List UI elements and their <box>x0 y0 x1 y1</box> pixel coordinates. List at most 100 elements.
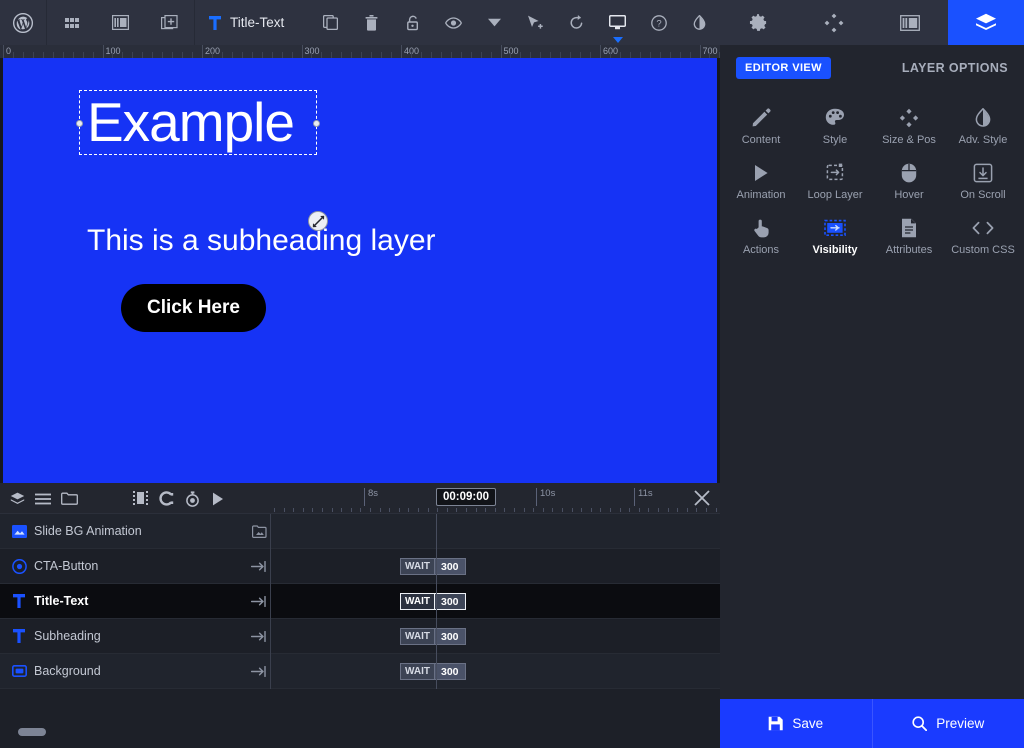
list-icon[interactable] <box>30 483 56 514</box>
layer-option-label: Hover <box>894 189 924 201</box>
timeline-ruler-label: 11s <box>638 488 653 499</box>
folder-icon[interactable] <box>56 483 82 514</box>
jump-to-end-icon[interactable] <box>251 595 267 607</box>
eye-icon[interactable] <box>433 0 474 45</box>
active-device-caret <box>612 37 623 43</box>
layer-option-size-pos[interactable]: Size & Pos <box>872 98 946 153</box>
layer-option-adv-style[interactable]: Adv. Style <box>946 98 1020 153</box>
add-slide-icon[interactable] <box>145 0 194 45</box>
wait-chip[interactable]: WAIT 300 <box>400 558 466 575</box>
filmstrip-icon[interactable] <box>127 483 153 514</box>
timeline-minor-tick <box>629 508 631 512</box>
monitor-icon[interactable] <box>597 0 638 45</box>
slide-canvas[interactable]: Example This is a subheading layer Click… <box>3 58 717 483</box>
timeline-minor-tick <box>437 508 439 512</box>
resize-handle-right[interactable] <box>313 120 320 127</box>
timeline-minor-tick <box>552 508 554 512</box>
table-row[interactable]: Background WAIT 300 <box>0 654 720 689</box>
layer-row-name: Subheading <box>34 629 101 643</box>
timeline-minor-tick <box>446 508 448 512</box>
timeline-rows: Slide BG Animation CTA-Button WAIT 300 Title… <box>0 514 720 689</box>
layer-option-hover[interactable]: Hover <box>872 153 946 208</box>
wordpress-icon[interactable] <box>0 0 47 45</box>
stopwatch-icon[interactable] <box>179 483 205 514</box>
cursor-add-icon[interactable] <box>515 0 556 45</box>
layer-option-attributes[interactable]: Attributes <box>872 208 946 263</box>
editor-view-button[interactable]: EDITOR VIEW <box>736 56 831 79</box>
play-icon <box>753 162 769 183</box>
layer-option-actions[interactable]: Actions <box>724 208 798 263</box>
layers-icon[interactable] <box>4 483 30 514</box>
horizontal-scrollbar[interactable] <box>18 728 46 736</box>
slides-icon[interactable] <box>96 0 145 45</box>
folder-media-icon[interactable] <box>252 524 267 538</box>
loop-icon[interactable] <box>153 483 179 514</box>
timeline-minor-tick <box>427 508 429 512</box>
wait-value: 300 <box>435 559 465 574</box>
slides-tab[interactable] <box>872 0 948 45</box>
timeline-track[interactable]: WAIT 300 <box>270 654 720 689</box>
undo-icon[interactable] <box>556 0 597 45</box>
table-row[interactable]: Slide BG Animation <box>0 514 720 549</box>
chevron-down-icon[interactable] <box>474 0 515 45</box>
table-row[interactable]: CTA-Button WAIT 300 <box>0 549 720 584</box>
layer-option-visibility[interactable]: Visibility <box>798 208 872 263</box>
slider-editor-app: Title-Text ? 0 100 200 300 400 500 600 7… <box>0 0 1024 748</box>
close-icon[interactable] <box>692 488 712 508</box>
timeline-track[interactable]: WAIT 300 <box>270 584 720 619</box>
text-layer-icon <box>4 629 34 643</box>
play-icon[interactable] <box>205 483 231 514</box>
duplicate-icon[interactable] <box>310 0 351 45</box>
timeline-playhead[interactable] <box>436 514 437 689</box>
wait-label: WAIT <box>401 664 435 679</box>
slide-animation-tab[interactable] <box>796 0 872 45</box>
wait-chip[interactable]: WAIT 300 <box>400 663 466 680</box>
layer-option-animation[interactable]: Animation <box>724 153 798 208</box>
layer-option-custom-css[interactable]: Custom CSS <box>946 208 1020 263</box>
grid-icon[interactable] <box>47 0 96 45</box>
timeline-minor-tick <box>696 508 698 512</box>
help-icon[interactable]: ? <box>638 0 679 45</box>
preview-button[interactable]: Preview <box>871 699 1024 748</box>
layer-option-on-scroll[interactable]: On Scroll <box>946 153 1020 208</box>
timeline-track[interactable]: WAIT 300 <box>270 619 720 654</box>
jump-to-end-icon[interactable] <box>251 665 267 677</box>
search-icon <box>912 716 928 731</box>
shape-layer-icon <box>4 665 34 677</box>
table-row[interactable]: Subheading WAIT 300 <box>0 619 720 654</box>
timeline-minor-tick <box>542 508 544 512</box>
title-layer[interactable]: Example <box>87 90 295 155</box>
image-layer-icon <box>4 524 34 538</box>
wait-chip[interactable]: WAIT 300 <box>400 593 466 610</box>
resize-handle-left[interactable] <box>76 120 83 127</box>
timeline-track[interactable] <box>270 514 720 549</box>
wait-label: WAIT <box>401 629 435 644</box>
right-panel-footer: Save Preview <box>720 699 1024 748</box>
layer-option-style[interactable]: Style <box>798 98 872 153</box>
save-button[interactable]: Save <box>720 699 872 748</box>
timeline-minor-tick <box>418 508 419 512</box>
wait-chip[interactable]: WAIT 300 <box>400 628 466 645</box>
jump-to-end-icon[interactable] <box>251 630 267 642</box>
unlock-icon[interactable] <box>392 0 433 45</box>
subheading-layer[interactable]: This is a subheading layer <box>87 224 436 258</box>
slide-settings-tab[interactable] <box>720 0 796 45</box>
ruler-label: 0 <box>6 46 12 56</box>
timeline-track[interactable]: WAIT 300 <box>270 549 720 584</box>
timeline-header: 8s 10s 11s 00:09:00 <box>0 483 720 514</box>
trash-icon[interactable] <box>351 0 392 45</box>
timeline-minor-tick <box>677 508 679 512</box>
svg-text:?: ? <box>656 18 661 29</box>
layer-row-name: Background <box>34 664 101 678</box>
table-row[interactable]: Title-Text WAIT 300 <box>0 584 720 619</box>
top-toolbar-actions: ? <box>310 0 720 45</box>
jump-to-end-icon[interactable] <box>251 560 267 572</box>
wait-label: WAIT <box>401 559 435 574</box>
layer-option-label: Loop Layer <box>807 189 863 201</box>
contrast-icon[interactable] <box>679 0 720 45</box>
layer-option-loop-layer[interactable]: Loop Layer <box>798 153 872 208</box>
cta-button-layer[interactable]: Click Here <box>121 284 266 332</box>
layer-option-content[interactable]: Content <box>724 98 798 153</box>
layers-tab[interactable] <box>948 0 1024 45</box>
time-indicator[interactable]: 00:09:00 <box>436 488 497 506</box>
